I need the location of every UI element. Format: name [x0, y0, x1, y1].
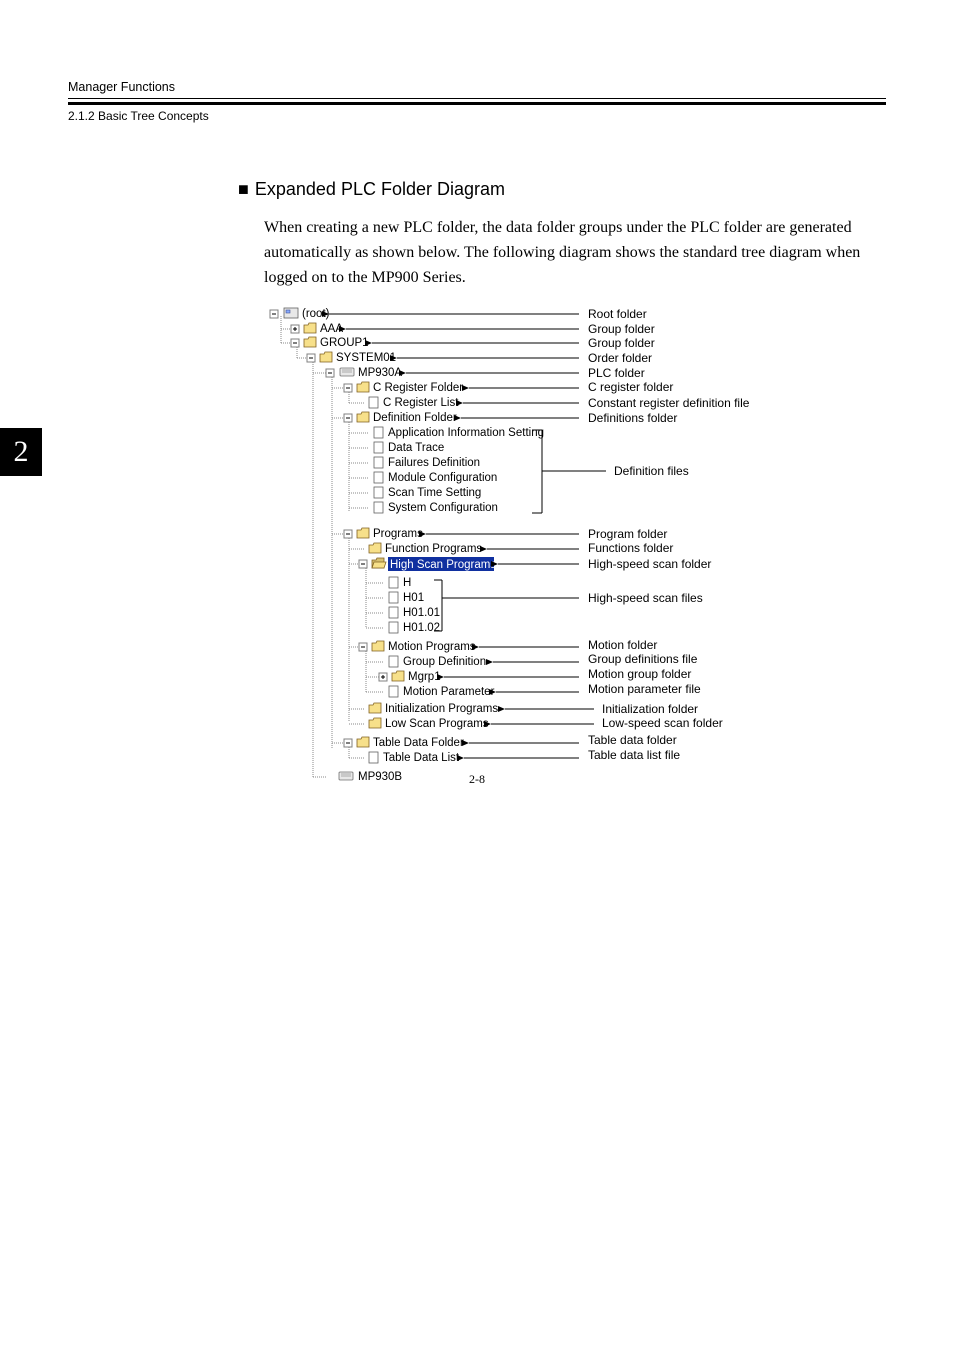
file-icon	[389, 656, 398, 667]
callout-label: Definitions folder	[588, 411, 677, 425]
file-icon	[389, 577, 398, 588]
tree-node[interactable]: Programs	[373, 528, 423, 540]
tree-node[interactable]: GROUP1	[320, 337, 369, 349]
tree-node[interactable]: Definition Folder	[373, 412, 457, 424]
callout-label: Definition files	[614, 464, 689, 478]
tree-node[interactable]: H01	[403, 592, 424, 604]
file-icon	[374, 502, 383, 513]
folder-icon	[369, 718, 381, 728]
callout-label: Functions folder	[588, 541, 673, 555]
plc-icon	[340, 368, 354, 376]
callout-label: Group definitions file	[588, 652, 698, 666]
section-number: 2.1.2 Basic Tree Concepts	[68, 109, 886, 123]
tree-node[interactable]: Failures Definition	[388, 457, 480, 469]
file-icon	[389, 607, 398, 618]
section-heading-text: Expanded PLC Folder Diagram	[255, 179, 505, 199]
file-icon	[389, 592, 398, 603]
callout-label: Group folder	[588, 336, 655, 350]
tree-node[interactable]: Table Data Folder	[373, 737, 464, 749]
callout-label: C register folder	[588, 380, 673, 394]
tree-node[interactable]: C Register List	[383, 397, 459, 409]
tree-node[interactable]: (root)	[302, 308, 330, 320]
tree-node[interactable]: Initialization Programs	[385, 703, 498, 715]
page-number: 2-8	[0, 772, 954, 787]
tree-node[interactable]: H	[403, 577, 411, 589]
callout-label: Table data list file	[588, 748, 680, 762]
callout-label: Root folder	[588, 307, 647, 321]
file-icon	[374, 457, 383, 468]
folder-icon	[357, 382, 369, 392]
folder-icon	[357, 737, 369, 747]
tree-node[interactable]: C Register Folder	[373, 382, 463, 394]
section-heading: ■ Expanded PLC Folder Diagram	[238, 179, 886, 200]
folder-open-icon	[372, 558, 386, 568]
file-icon	[374, 487, 383, 498]
tree-node[interactable]: H01.02	[403, 622, 440, 634]
callout-label: PLC folder	[588, 366, 645, 380]
header-rule	[68, 102, 886, 105]
tree-node[interactable]: Data Trace	[388, 442, 444, 454]
file-icon	[374, 442, 383, 453]
tree-node[interactable]: Function Programs	[385, 543, 482, 555]
tree-node[interactable]: Mgrp1	[408, 671, 441, 683]
tree-node[interactable]: Motion Programs	[388, 641, 476, 653]
folder-icon	[320, 352, 332, 362]
tree-node[interactable]: Group Definition	[403, 656, 486, 668]
callout-label: Constant register definition file	[588, 396, 750, 410]
tree-node[interactable]: MP930A	[358, 367, 402, 379]
running-header: Manager Functions	[68, 80, 886, 99]
folder-icon	[392, 671, 404, 681]
file-icon	[369, 397, 378, 408]
callout-label: Program folder	[588, 527, 667, 541]
callout-label: Order folder	[588, 351, 652, 365]
tree-node-selected[interactable]: High Scan Programs	[390, 559, 496, 571]
folder-icon	[357, 528, 369, 538]
callout-label: Table data folder	[588, 733, 677, 747]
file-icon	[389, 622, 398, 633]
callout-label: Motion parameter file	[588, 682, 701, 696]
tree-node[interactable]: SYSTEM01	[336, 352, 396, 364]
callout-label: High-speed scan folder	[588, 557, 711, 571]
tree-node[interactable]: Motion Parameter	[403, 686, 495, 698]
folder-icon	[304, 323, 316, 333]
tree-node[interactable]: System Configuration	[388, 502, 498, 514]
callout-label: Motion group folder	[588, 667, 691, 681]
tree-node[interactable]: H01.01	[403, 607, 440, 619]
callout-label: Low-speed scan folder	[602, 716, 723, 730]
folder-icon	[369, 543, 381, 553]
callout-label: Motion folder	[588, 638, 657, 652]
tree-node[interactable]: Low Scan Programs	[385, 718, 489, 730]
tree-node[interactable]: Module Configuration	[388, 472, 497, 484]
folder-icon	[304, 337, 316, 347]
root-icon	[284, 308, 298, 318]
tree-node[interactable]: Table Data List	[383, 752, 460, 764]
file-icon	[389, 686, 398, 697]
file-icon	[374, 427, 383, 438]
folder-icon	[357, 412, 369, 422]
folder-icon	[369, 703, 381, 713]
file-icon	[369, 752, 378, 763]
tree-node[interactable]: Scan Time Setting	[388, 487, 481, 499]
callout-label: High-speed scan files	[588, 591, 703, 605]
bullet-square-icon: ■	[238, 179, 249, 199]
body-paragraph: When creating a new PLC folder, the data…	[264, 216, 886, 290]
tree-diagram: (root) AAA GROUP1 SYSTEM01 MP930A C Regi…	[264, 302, 844, 787]
callout-label: Initialization folder	[602, 702, 698, 716]
file-icon	[374, 472, 383, 483]
callout-label: Group folder	[588, 322, 655, 336]
tree-node[interactable]: Application Information Setting	[388, 427, 544, 439]
tree-node[interactable]: AAA	[320, 323, 343, 335]
folder-icon	[372, 641, 384, 651]
